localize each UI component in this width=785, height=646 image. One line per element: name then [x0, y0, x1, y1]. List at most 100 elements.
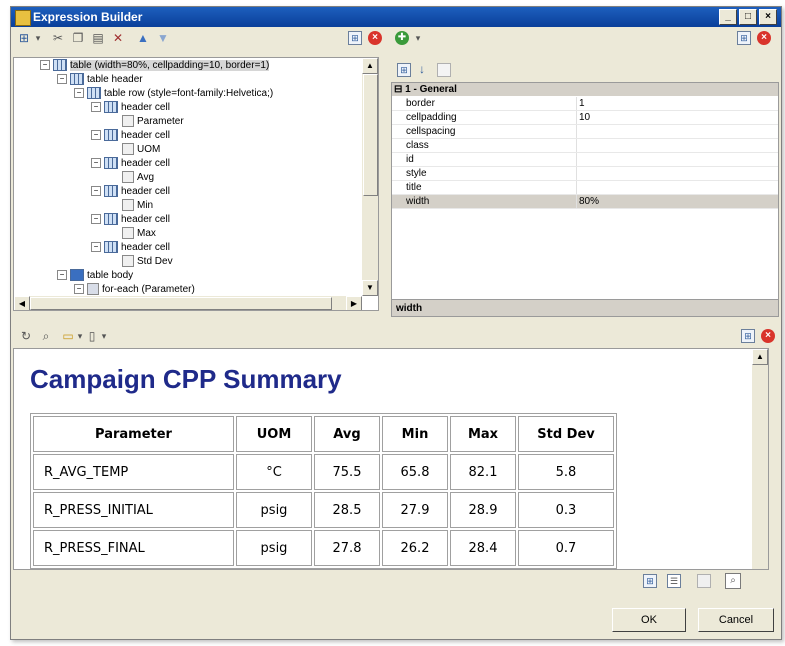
text-icon: [122, 227, 134, 240]
close-properties-icon[interactable]: ×: [757, 31, 771, 45]
add-icon[interactable]: ✚: [395, 31, 409, 45]
preview-vertical-scrollbar[interactable]: ▲: [752, 349, 768, 569]
table-body-icon: [70, 269, 84, 282]
collapse-category-icon[interactable]: ⊟: [394, 84, 402, 95]
horizontal-scroll-thumb[interactable]: [30, 297, 332, 310]
tree-vertical-scrollbar[interactable]: ▲ ▼: [362, 58, 378, 296]
tree-node[interactable]: Max: [122, 227, 156, 241]
table-cell: psig: [236, 530, 312, 566]
property-row[interactable]: id: [392, 153, 778, 167]
scroll-up-button[interactable]: ▲: [362, 58, 378, 74]
tree-node[interactable]: Avg: [122, 171, 154, 185]
close-panel-icon[interactable]: ×: [368, 31, 382, 45]
table-cell: 75.5: [314, 454, 380, 490]
table-cell: 28.5: [314, 492, 380, 528]
copy-icon[interactable]: ❐: [71, 31, 85, 45]
tree-node[interactable]: Std Dev: [122, 255, 173, 269]
property-row[interactable]: cellspacing: [392, 125, 778, 139]
properties-toolbar: ✚ ▾ ⊞ ×: [389, 27, 779, 49]
table-cell: psig: [236, 492, 312, 528]
move-up-icon[interactable]: ▲: [136, 31, 150, 45]
tree-horizontal-scrollbar[interactable]: ◀ ▶: [14, 296, 362, 310]
categorized-view-icon[interactable]: ⊞: [397, 63, 411, 77]
maximize-button[interactable]: □: [739, 9, 757, 25]
tree-node[interactable]: Parameter: [122, 115, 184, 129]
preview-title: Campaign CPP Summary: [30, 364, 342, 394]
table-header-row: Parameter UOM Avg Min Max Std Dev: [33, 416, 614, 452]
tree-node[interactable]: − header cell: [91, 157, 170, 171]
table-cell: 27.9: [382, 492, 448, 528]
expand-panel-icon[interactable]: ⊞: [348, 31, 362, 45]
expand-preview-icon[interactable]: ⊞: [741, 329, 755, 343]
ok-button[interactable]: OK: [612, 608, 686, 632]
header-cell-icon: [104, 185, 118, 198]
tree-node[interactable]: − header cell: [91, 101, 170, 115]
refresh-icon[interactable]: ↻: [19, 329, 33, 343]
preview-icon[interactable]: ⌕: [39, 329, 53, 343]
header-cell-icon: [104, 129, 118, 142]
header-cell: Max: [450, 416, 516, 452]
tree-node[interactable]: − header cell: [91, 241, 170, 255]
header-cell-icon: [104, 101, 118, 114]
table-cell: 28.9: [450, 492, 516, 528]
tree-node[interactable]: − header cell: [91, 185, 170, 199]
close-button[interactable]: ×: [759, 9, 777, 25]
table-cell: 0.3: [518, 492, 614, 528]
design-view-icon[interactable]: ⊞: [643, 574, 657, 588]
tree-node[interactable]: − table row (style=font-family:Helvetica;…: [74, 87, 273, 101]
delete-icon[interactable]: ✕: [111, 31, 125, 45]
table-cell: R_AVG_TEMP: [33, 454, 234, 490]
property-category[interactable]: ⊟ 1 - General: [392, 83, 778, 96]
property-row[interactable]: style: [392, 167, 778, 181]
property-row[interactable]: cellpadding 10: [392, 111, 778, 125]
scroll-down-button[interactable]: ▼: [362, 280, 378, 296]
cancel-button[interactable]: Cancel: [698, 608, 774, 632]
close-preview-icon[interactable]: ×: [761, 329, 775, 343]
element-tree[interactable]: − table (width=80%, cellpadding=10, borde…: [13, 57, 379, 311]
sort-alpha-icon[interactable]: ↓: [415, 62, 429, 76]
tree-node[interactable]: − header cell: [91, 213, 170, 227]
minimize-button[interactable]: _: [719, 9, 737, 25]
summary-table: Parameter UOM Avg Min Max Std Dev R_AVG_…: [30, 413, 617, 569]
scroll-left-button[interactable]: ◀: [14, 296, 30, 310]
tree-node[interactable]: − table (width=80%, cellpadding=10, borde…: [40, 59, 270, 73]
cut-icon[interactable]: ✂: [51, 31, 65, 45]
tree-node[interactable]: Min: [122, 199, 153, 213]
preview-scroll-up-button[interactable]: ▲: [752, 349, 768, 365]
property-row[interactable]: width 80%: [392, 195, 778, 209]
property-grid[interactable]: ⊟ 1 - General border 1 cellpadding 10 cell…: [391, 82, 779, 317]
header-cell-icon: [104, 157, 118, 170]
property-row[interactable]: class: [392, 139, 778, 153]
table-header-icon: [70, 73, 84, 86]
view-mode-bar: ⊞ ☰ ⌕: [13, 570, 767, 592]
table-row: R_AVG_TEMP °C 75.5 65.8 82.1 5.8: [33, 454, 614, 490]
tree-node[interactable]: − header cell: [91, 129, 170, 143]
property-row[interactable]: title: [392, 181, 778, 195]
preview-mode-icon[interactable]: ⌕: [725, 573, 741, 589]
page-dropdown-icon[interactable]: ▾: [97, 329, 111, 343]
add-dropdown-icon[interactable]: ▾: [411, 31, 425, 45]
tree-node[interactable]: − table body: [57, 269, 133, 283]
insert-node-icon[interactable]: ⊞: [17, 31, 31, 45]
title-bar: Expression Builder _ □ ×: [11, 7, 781, 27]
scroll-thumb[interactable]: [363, 74, 378, 196]
scroll-right-button[interactable]: ▶: [346, 296, 362, 310]
properties-view-toolbar: ⊞ ↓: [391, 60, 777, 80]
tree-node[interactable]: − table header: [57, 73, 143, 87]
table-cell: R_PRESS_FINAL: [33, 530, 234, 566]
tree-node[interactable]: − for-each (Parameter): [74, 283, 195, 297]
property-row[interactable]: border 1: [392, 97, 778, 111]
table-row: R_PRESS_INITIAL psig 28.5 27.9 28.9 0.3: [33, 492, 614, 528]
table-cell: 0.7: [518, 530, 614, 566]
header-cell: UOM: [236, 416, 312, 452]
move-down-icon[interactable]: ▼: [156, 31, 170, 45]
list-view-icon[interactable]: ☰: [667, 574, 681, 588]
dropdown-icon[interactable]: ▾: [31, 31, 45, 45]
tree-node[interactable]: UOM: [122, 143, 160, 157]
paste-icon[interactable]: ▤: [91, 31, 105, 45]
header-cell: Parameter: [33, 416, 234, 452]
expand-properties-icon[interactable]: ⊞: [737, 31, 751, 45]
property-pages-icon[interactable]: [437, 63, 451, 77]
table-cell: 65.8: [382, 454, 448, 490]
source-view-icon[interactable]: [697, 574, 711, 588]
